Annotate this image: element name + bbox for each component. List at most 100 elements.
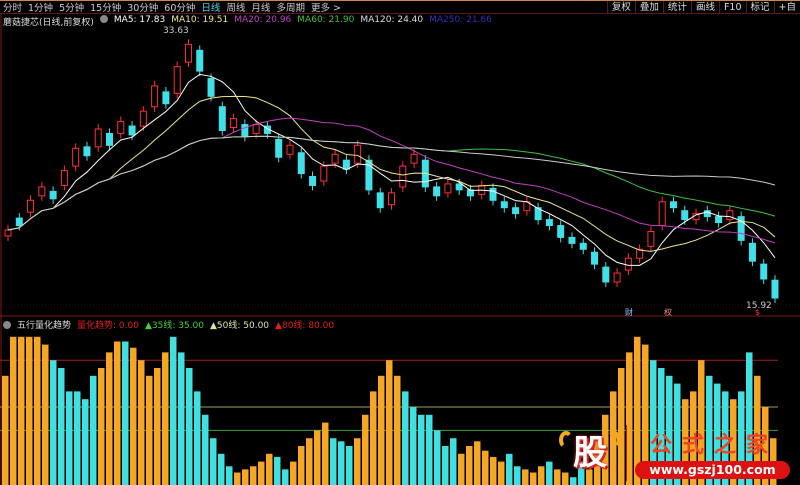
tab-more[interactable]: 更多 > (311, 0, 341, 14)
candle (433, 186, 441, 197)
tab-fenshi[interactable]: 分时 (3, 0, 22, 14)
candle (230, 118, 238, 129)
indicator-legend: 五行量化趋势 量化趋势: 0.00 ▲35线: 35.00 ▲50线: 50.00 ▲… (3, 318, 334, 331)
indicator-bar (546, 461, 553, 485)
indicator-bar (274, 456, 281, 485)
indicator-bar (146, 375, 153, 485)
f10-button[interactable]: F10 (718, 1, 746, 14)
candle (27, 199, 35, 213)
candle (399, 165, 407, 188)
candle (624, 257, 632, 271)
indicator-bar (506, 453, 513, 485)
ma-label: MA5: 17.83 (113, 15, 166, 25)
restore-rights-button[interactable]: 复权 (606, 1, 635, 14)
indicator-bar (242, 469, 249, 485)
candle (275, 138, 283, 158)
tab-30min[interactable]: 30分钟 (127, 0, 158, 14)
indicator-bar (82, 399, 89, 485)
indicator-bar (66, 391, 73, 485)
tab-multi-period[interactable]: 多周期 (276, 0, 305, 14)
candle (557, 225, 565, 238)
candle (38, 186, 46, 197)
tab-daily[interactable]: 日线 (201, 0, 220, 14)
candle (252, 124, 260, 134)
indicator-bar (194, 391, 201, 485)
indicator-bar (114, 341, 121, 485)
candle (94, 128, 102, 148)
tab-1min[interactable]: 1分钟 (28, 0, 53, 14)
indicator-bar (138, 360, 145, 485)
indicator-bar (58, 368, 65, 485)
candle (196, 49, 204, 72)
indicator-bar (354, 438, 361, 485)
tab-monthly[interactable]: 月线 (251, 0, 270, 14)
candle (309, 176, 317, 186)
indicator-bar (250, 466, 257, 485)
candle (72, 147, 80, 167)
candle (49, 190, 57, 200)
candle (591, 251, 599, 265)
candle (500, 201, 508, 209)
candle (286, 144, 294, 155)
draw-line-button[interactable]: 画线 (690, 1, 719, 14)
indicator-bar (10, 336, 17, 485)
indicator-bar (490, 456, 497, 485)
settings-icon[interactable] (3, 320, 11, 329)
indicator-bar (530, 472, 537, 485)
candle (410, 153, 418, 164)
candle (241, 124, 249, 137)
overlay-button[interactable]: 叠加 (634, 1, 663, 14)
tab-5min[interactable]: 5分钟 (59, 0, 84, 14)
candle (444, 183, 452, 194)
horn-icon (559, 431, 573, 449)
indicator-bar (410, 407, 417, 485)
tab-60min[interactable]: 60分钟 (164, 0, 195, 14)
candle (715, 216, 723, 224)
indicator-name: 五行量化趋势 (17, 321, 72, 331)
settings-icon[interactable] (99, 15, 108, 23)
tab-15min[interactable]: 15分钟 (90, 0, 121, 14)
candle (320, 165, 328, 182)
tab-weekly[interactable]: 周线 (226, 0, 245, 14)
candle (512, 207, 520, 215)
indicator-label: ▲35线: 35.00 (144, 321, 204, 331)
ma-label: MA20: 20.96 (234, 15, 292, 25)
tool-buttons: 复权 叠加 统计 画线 F10 标记 +自 (606, 1, 800, 14)
logo-char: 股 (573, 433, 607, 473)
indicator-bar (90, 375, 97, 485)
stock-title: 蘑菇捷芯(日线,前复权) (3, 18, 94, 28)
indicator-bar (98, 368, 105, 485)
indicator-bar (346, 446, 353, 485)
indicator-bar (322, 422, 329, 485)
indicator-bar (370, 391, 377, 485)
candle (354, 144, 362, 164)
indicator-bar (186, 368, 193, 485)
indicator-bar (330, 438, 337, 485)
indicator-bar (362, 414, 369, 485)
indicator-bar (210, 438, 217, 485)
candle (489, 187, 497, 201)
indicator-label: ▲80线: 80.00 (275, 321, 335, 331)
candle (106, 132, 114, 146)
indicator-bar (50, 360, 57, 485)
candle (184, 43, 192, 63)
ma-label: MA10: 19.51 (171, 15, 229, 25)
candle (579, 242, 587, 250)
candle (681, 210, 689, 221)
indicator-bar (538, 466, 545, 485)
add-custom-button[interactable]: +自 (773, 1, 800, 14)
indicator-bar (306, 438, 313, 485)
candle (218, 106, 226, 131)
indicator-bar (162, 352, 169, 485)
mark-button[interactable]: 标记 (745, 1, 774, 14)
ma-label: MA250: 21.66 (429, 15, 492, 25)
indicator-bar (386, 360, 393, 485)
indicator-bar (18, 336, 25, 485)
indicator-bar (402, 391, 409, 485)
indicator-bar (170, 336, 177, 485)
candle (771, 279, 779, 299)
statistics-button[interactable]: 统计 (662, 1, 691, 14)
ma-label: MA60: 21.90 (297, 15, 355, 25)
indicator-bar (474, 441, 481, 485)
chart-canvas[interactable]: 33.6315.92财权 $ (0, 0, 800, 485)
